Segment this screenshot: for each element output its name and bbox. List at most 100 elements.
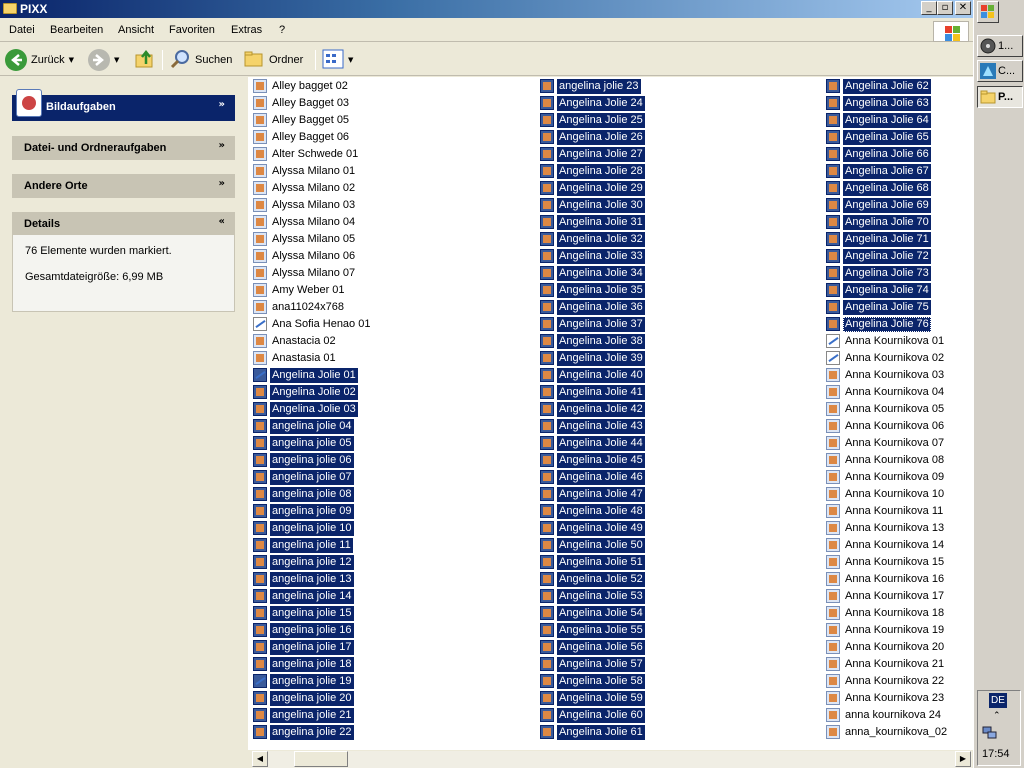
file-item[interactable]: Angelina Jolie 67 <box>826 163 931 179</box>
file-item[interactable]: anna kournikova 24 <box>826 707 943 723</box>
file-item[interactable]: Anna Kournikova 03 <box>826 367 946 383</box>
file-item[interactable]: Alyssa Milano 03 <box>253 197 357 213</box>
taskbar-button-2[interactable]: C... <box>977 60 1023 82</box>
file-item[interactable]: Anna Kournikova 17 <box>826 588 946 604</box>
file-item[interactable]: Angelina Jolie 71 <box>826 231 931 247</box>
file-item[interactable]: Alyssa Milano 06 <box>253 248 357 264</box>
file-item[interactable]: angelina jolie 22 <box>253 724 354 740</box>
menu-datei[interactable]: Datei <box>9 24 35 36</box>
file-item[interactable]: Anna Kournikova 11 <box>826 503 945 519</box>
collapse-chevron-icon[interactable]: « <box>219 216 225 227</box>
title-bar[interactable]: PIXX _ ▫ ✕ <box>0 0 973 18</box>
file-item[interactable]: Angelina Jolie 64 <box>826 112 931 128</box>
up-folder-button[interactable] <box>134 48 156 72</box>
file-folder-tasks-header[interactable]: Datei- und Ordneraufgaben » <box>12 136 235 160</box>
file-item[interactable]: angelina jolie 04 <box>253 418 354 434</box>
file-item[interactable]: Angelina Jolie 48 <box>540 503 645 519</box>
views-button[interactable]: ▼ <box>322 48 353 72</box>
file-item[interactable]: angelina jolie 05 <box>253 435 354 451</box>
file-item[interactable]: Angelina Jolie 75 <box>826 299 931 315</box>
details-header[interactable]: Details « <box>12 212 235 236</box>
file-item[interactable]: Angelina Jolie 66 <box>826 146 931 162</box>
file-item[interactable]: Angelina Jolie 61 <box>540 724 645 740</box>
language-indicator[interactable]: DE <box>989 693 1007 708</box>
file-item[interactable]: angelina jolie 23 <box>540 78 641 94</box>
file-item[interactable]: Alley Bagget 05 <box>253 112 351 128</box>
file-item[interactable]: Angelina Jolie 37 <box>540 316 645 332</box>
file-item[interactable]: angelina jolie 21 <box>253 707 354 723</box>
file-item[interactable]: Angelina Jolie 49 <box>540 520 645 536</box>
file-item[interactable]: Anna Kournikova 06 <box>826 418 946 434</box>
file-item[interactable]: Angelina Jolie 53 <box>540 588 645 604</box>
file-item[interactable]: Alley Bagget 03 <box>253 95 351 111</box>
file-item[interactable]: Angelina Jolie 38 <box>540 333 645 349</box>
file-item[interactable]: Angelina Jolie 58 <box>540 673 645 689</box>
file-item[interactable]: Angelina Jolie 42 <box>540 401 645 417</box>
taskbar-button-1[interactable]: 1... <box>977 35 1023 57</box>
file-item[interactable]: Alter Schwede 01 <box>253 146 360 162</box>
file-item[interactable]: Amy Weber 01 <box>253 282 347 298</box>
file-item[interactable]: Anna Kournikova 05 <box>826 401 946 417</box>
file-item[interactable]: Angelina Jolie 27 <box>540 146 645 162</box>
file-item[interactable]: angelina jolie 07 <box>253 469 354 485</box>
file-item[interactable]: Anna Kournikova 14 <box>826 537 946 553</box>
menu-help[interactable]: ? <box>279 24 285 36</box>
file-item[interactable]: Angelina Jolie 25 <box>540 112 645 128</box>
file-item[interactable]: Angelina Jolie 03 <box>253 401 358 417</box>
file-item[interactable]: Angelina Jolie 51 <box>540 554 645 570</box>
menu-favoriten[interactable]: Favoriten <box>169 24 215 36</box>
file-item[interactable]: angelina jolie 12 <box>253 554 354 570</box>
file-item[interactable]: Alyssa Milano 07 <box>253 265 357 281</box>
file-item[interactable]: Angelina Jolie 47 <box>540 486 645 502</box>
other-places-header[interactable]: Andere Orte » <box>12 174 235 198</box>
file-item[interactable]: Angelina Jolie 43 <box>540 418 645 434</box>
file-item[interactable]: Angelina Jolie 44 <box>540 435 645 451</box>
file-item[interactable]: Anna Kournikova 21 <box>826 656 946 672</box>
file-item[interactable]: Angelina Jolie 01 <box>253 367 358 383</box>
start-button[interactable] <box>977 1 999 23</box>
file-item[interactable]: Anna Kournikova 04 <box>826 384 946 400</box>
file-list[interactable]: Alley bagget 02 Alley Bagget 03 Alley Bagg… <box>248 77 973 750</box>
menu-extras[interactable]: Extras <box>231 24 262 36</box>
file-item[interactable]: Alyssa Milano 02 <box>253 180 357 196</box>
file-item[interactable]: Angelina Jolie 60 <box>540 707 645 723</box>
file-item[interactable]: Alyssa Milano 05 <box>253 231 357 247</box>
expand-chevron-icon[interactable]: » <box>219 99 225 110</box>
file-item[interactable]: Angelina Jolie 57 <box>540 656 645 672</box>
file-item[interactable]: angelina jolie 06 <box>253 452 354 468</box>
forward-dropdown-icon[interactable]: ▼ <box>114 56 119 64</box>
file-item[interactable]: angelina jolie 19 <box>253 673 354 689</box>
file-item[interactable]: Anna Kournikova 02 <box>826 350 946 366</box>
file-item[interactable]: Angelina Jolie 52 <box>540 571 645 587</box>
back-dropdown-icon[interactable]: ▼ <box>69 56 74 64</box>
file-item[interactable]: Angelina Jolie 33 <box>540 248 645 264</box>
file-item[interactable]: Angelina Jolie 26 <box>540 129 645 145</box>
file-item[interactable]: Angelina Jolie 62 <box>826 78 931 94</box>
file-item[interactable]: Anna Kournikova 08 <box>826 452 946 468</box>
file-item[interactable]: Angelina Jolie 65 <box>826 129 931 145</box>
file-item[interactable]: angelina jolie 08 <box>253 486 354 502</box>
file-item[interactable]: Anna Kournikova 07 <box>826 435 946 451</box>
file-item[interactable]: Anna Kournikova 15 <box>826 554 946 570</box>
file-item[interactable]: angelina jolie 09 <box>253 503 354 519</box>
file-item[interactable]: Anna Kournikova 16 <box>826 571 946 587</box>
file-item[interactable]: Angelina Jolie 45 <box>540 452 645 468</box>
file-item[interactable]: Angelina Jolie 31 <box>540 214 645 230</box>
file-item[interactable]: Anna Kournikova 20 <box>826 639 946 655</box>
file-item[interactable]: Angelina Jolie 29 <box>540 180 645 196</box>
file-item[interactable]: Anna Kournikova 13 <box>826 520 946 536</box>
minimize-button[interactable]: _ <box>921 1 937 15</box>
file-item[interactable]: Angelina Jolie 74 <box>826 282 931 298</box>
file-item[interactable]: Angelina Jolie 35 <box>540 282 645 298</box>
file-item[interactable]: Anna Kournikova 18 <box>826 605 946 621</box>
file-item[interactable]: ana11024x768 <box>253 299 346 315</box>
network-icon[interactable] <box>982 726 998 743</box>
scroll-thumb[interactable] <box>294 751 348 767</box>
file-item[interactable]: angelina jolie 17 <box>253 639 354 655</box>
image-tasks-header[interactable]: Bildaufgaben » <box>12 89 235 121</box>
file-item[interactable]: angelina jolie 20 <box>253 690 354 706</box>
file-item[interactable]: Angelina Jolie 70 <box>826 214 931 230</box>
file-item[interactable]: Ana Sofia Henao 01 <box>253 316 372 332</box>
file-item[interactable]: Angelina Jolie 40 <box>540 367 645 383</box>
folders-button[interactable]: Ordner <box>243 48 303 72</box>
